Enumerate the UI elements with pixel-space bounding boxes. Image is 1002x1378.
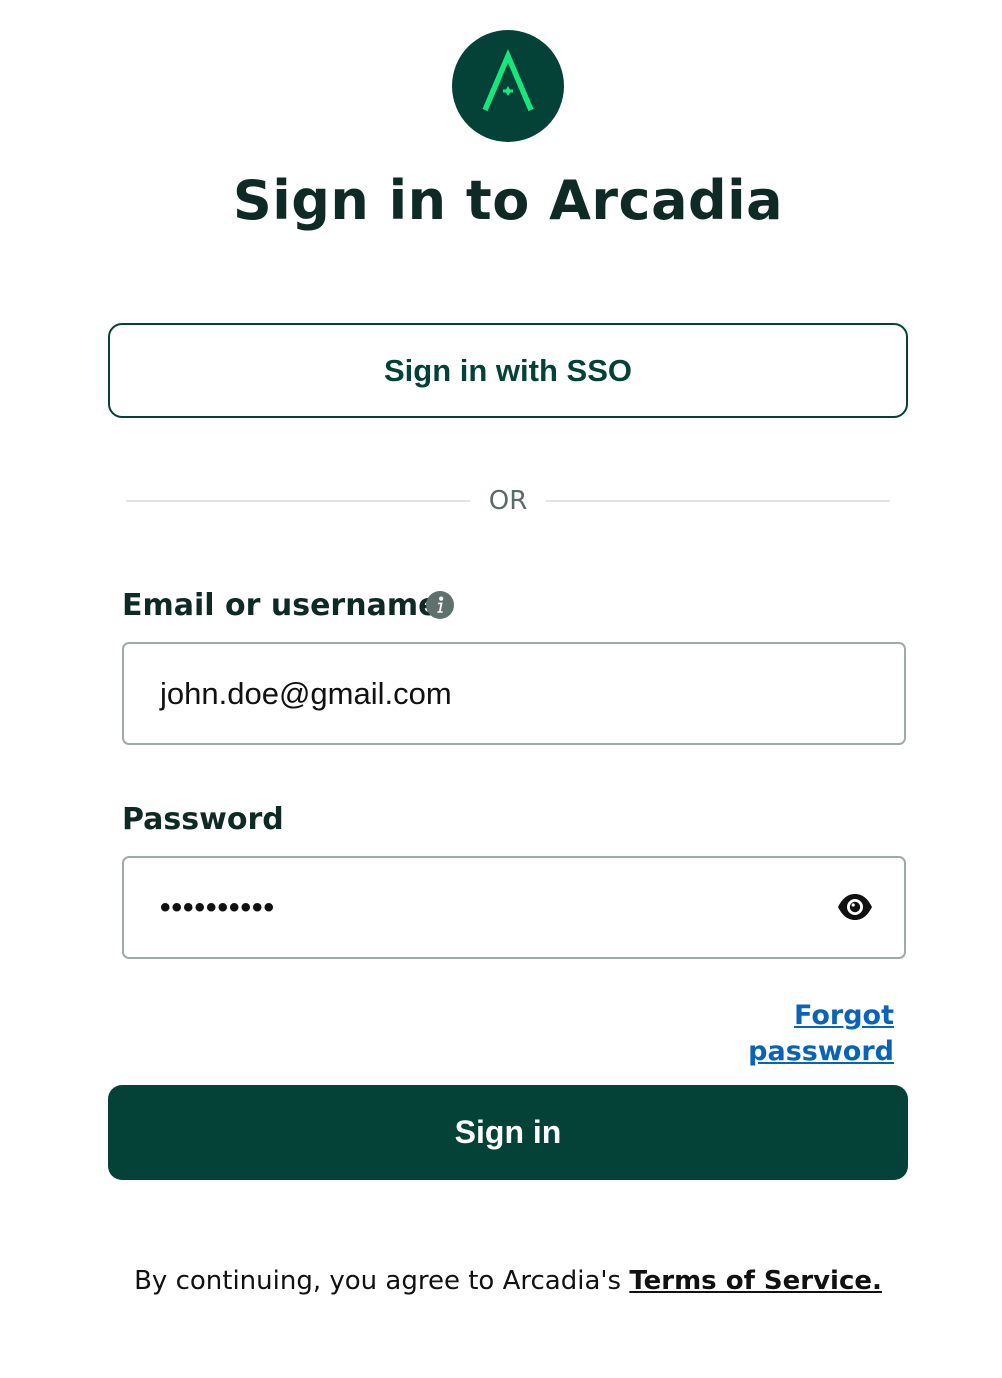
divider-line-left [126,500,470,502]
page-title: Sign in to Arcadia [232,169,784,232]
terms-notice: By continuing, you agree to Arcadia's Te… [0,1262,1002,1300]
arcadia-logo-icon [452,30,564,142]
sign-in-page: Sign in to Arcadia Sign in with SSO OR E… [0,0,1002,1378]
divider-or-text: OR [488,486,528,516]
email-label: Email or username [122,588,439,623]
forgot-password-link[interactable]: Forgot password [670,998,894,1070]
terms-of-service-link[interactable]: Terms of Service. [629,1266,882,1296]
password-field[interactable]: •••••••••• [122,856,906,959]
sign-in-sso-button[interactable]: Sign in with SSO [108,323,908,418]
terms-prefix-text: By continuing, you agree to Arcadia's [134,1266,630,1296]
sign-in-button[interactable]: Sign in [108,1085,908,1180]
password-label: Password [122,802,284,837]
divider-line-right [546,500,890,502]
eye-icon[interactable] [836,892,874,922]
email-field-value: john.doe@gmail.com [160,676,452,711]
info-icon[interactable] [426,591,454,619]
password-field-value: •••••••••• [160,891,276,924]
email-field[interactable]: john.doe@gmail.com [122,642,906,745]
